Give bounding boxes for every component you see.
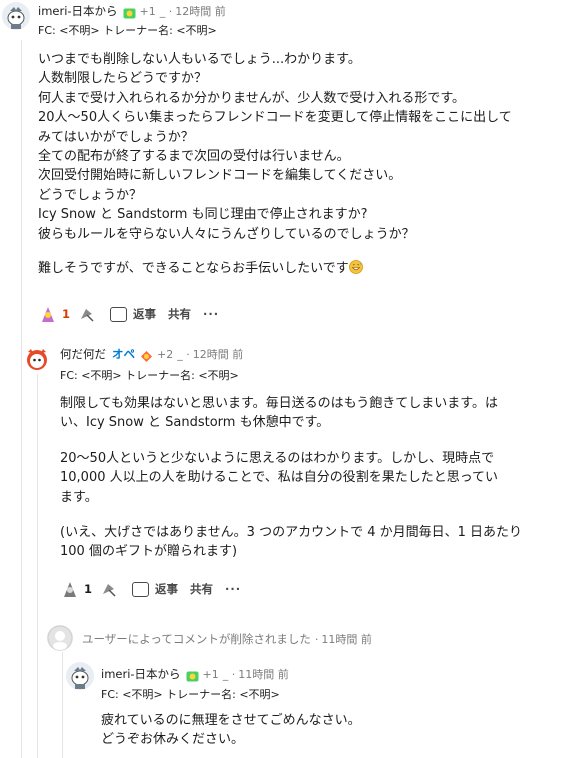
downvote-icon[interactable] <box>100 580 118 598</box>
username[interactable]: 何だ何だ <box>60 346 106 362</box>
avatar[interactable] <box>22 344 52 374</box>
comment-line: みてはいかがでしょうか？ <box>38 129 194 145</box>
comment-line: 何人まで受け入れられるか分かりませんが、少人数で受け入れる形です。 <box>38 90 466 106</box>
reply-label: 返事 <box>133 307 157 321</box>
comment-line: 次回受付開始時に新しいフレンドコードを編集してください。 <box>38 168 402 184</box>
award-icon[interactable] <box>60 579 80 599</box>
op-badge: オペ <box>112 347 135 361</box>
comment-line: 20人～50人くらい集まったらフレンドコードを変更して停止情報をここに出して <box>38 110 512 126</box>
reply-icon <box>110 306 128 322</box>
timestamp[interactable]: 11時間 前 <box>321 631 372 647</box>
user-flair: FC: <不明> トレーナー名: <不明> <box>101 688 280 701</box>
award-icon[interactable] <box>38 304 58 324</box>
comment-line: ます。 <box>60 489 98 505</box>
deleted-avatar <box>47 625 73 651</box>
deleted-comment-text: ユーザーによってコメントが削除されました <box>82 632 311 646</box>
timestamp[interactable]: 12時間 前 <box>193 346 244 362</box>
grinning-sweat-emoji <box>348 260 363 275</box>
timestamp[interactable]: 12時間 前 <box>175 3 226 19</box>
comment-actions: 1 返事 共有 ··· <box>60 579 253 599</box>
reply-label: 返事 <box>155 582 179 596</box>
comment-line: いつまでも削除しない人もいるでしょう...わかります。 <box>38 52 361 67</box>
downvote-icon[interactable] <box>78 305 96 323</box>
reply-button[interactable]: 返事 <box>132 581 178 597</box>
award-icon <box>123 5 136 18</box>
vote-score: 1 <box>84 582 93 596</box>
avatar[interactable] <box>2 2 30 30</box>
user-flair: FC: <不明> トレーナー名: <不明> <box>60 369 239 382</box>
separator: · <box>314 632 319 646</box>
points: +1 <box>202 667 219 681</box>
comment-line: 制限しても効果はないと思います。毎日送るのはもう飽きてしまいます。は <box>60 396 498 411</box>
vote-score: 1 <box>62 307 71 321</box>
comment-body: 疲れているのに無理をさせてごめんなさい。 どうぞお休みください。 <box>101 711 551 750</box>
timestamp[interactable]: 11時間 前 <box>238 666 289 682</box>
comment-line: 100 個のギフトが贈られます) <box>60 544 238 560</box>
username[interactable]: imeri-日本から <box>38 3 118 19</box>
comment-line: Icy Snow と Sandstorm も同じ理由で停止されますか? <box>38 207 368 223</box>
separator: _ · <box>159 4 173 18</box>
thread-line[interactable] <box>21 40 22 758</box>
more-options-button[interactable]: ··· <box>203 307 219 321</box>
separator: _ · <box>177 347 190 361</box>
points: +1 <box>139 4 156 18</box>
share-button[interactable]: 共有 <box>190 581 213 597</box>
username[interactable]: imeri-日本から <box>101 666 181 682</box>
comment-body: 制限しても効果はないと思います。毎日送るのはもう飽きてしまいます。は い、Icy… <box>60 394 560 562</box>
points: +2 <box>157 347 174 361</box>
award-icon <box>140 348 153 362</box>
comment-line: どうぞお休みください。 <box>101 732 245 748</box>
comment-line: 疲れているのに無理をさせてごめんなさい。 <box>101 713 361 728</box>
share-button[interactable]: 共有 <box>168 306 191 322</box>
comment-actions: 1 返事 共有 ··· <box>38 304 231 324</box>
share-label: 共有 <box>168 307 192 321</box>
thread-line[interactable] <box>37 372 38 758</box>
reply-icon <box>132 581 150 597</box>
reply-button[interactable]: 返事 <box>110 306 156 322</box>
comment-line: 全ての配布が終了するまで次回の受付は行いません。 <box>38 149 350 165</box>
user-flair: FC: <不明> トレーナー名: <不明> <box>38 24 217 37</box>
comment-line: 難しそうですが、できることならお手伝いしたいです <box>38 261 349 277</box>
more-options-button[interactable]: ··· <box>225 582 241 596</box>
thread-line[interactable] <box>62 652 63 758</box>
comment-line: 彼らもルールを守らない人々にうんざりしているのでしょうか？ <box>38 226 415 242</box>
comment-line: 10,000 人以上の人を助けることで、私は自分の役割を果たしたと思ってい <box>60 470 499 486</box>
share-label: 共有 <box>190 582 214 596</box>
comment-body: いつまでも削除しない人もいるでしょう...わかります。 人数制限したらどうですか… <box>38 50 558 278</box>
award-icon <box>186 668 199 681</box>
comment-line: どうでしょうか？ <box>38 187 143 203</box>
comment-line: 20～50人というと少ないように思えるのはわかります。しかし、現時点で <box>60 450 495 466</box>
separator: _ · <box>222 667 236 681</box>
comment-line: (いえ、大げさではありません。3 つのアカウントで 4 か月間毎日、1 日あたり <box>60 525 523 541</box>
comment-line: い、Icy Snow と Sandstorm も休憩中です。 <box>60 415 330 431</box>
comment-line: 人数制限したらどうですか？ <box>38 71 208 87</box>
avatar[interactable] <box>66 662 94 690</box>
